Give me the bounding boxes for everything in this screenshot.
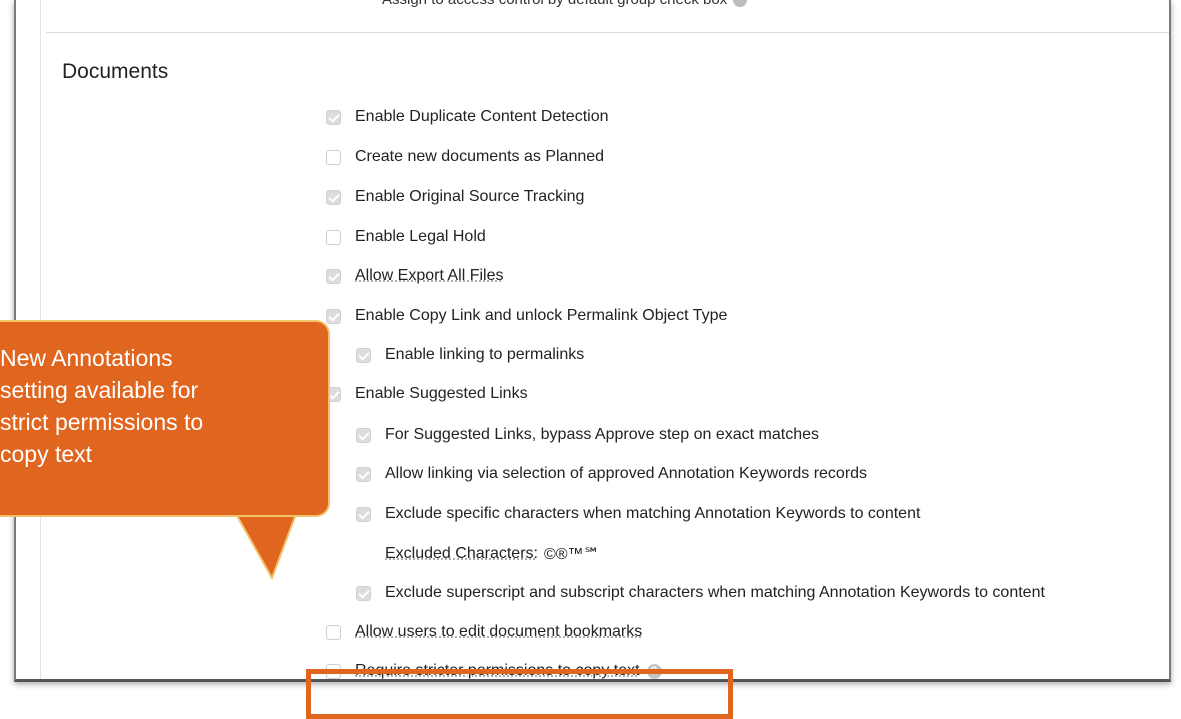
option-label: Enable Original Source Tracking [355,188,585,205]
cut-off-setting-label: Assign to access control by default grou… [382,0,727,8]
option-label: Allow linking via selection of approved … [385,465,868,482]
option-edit-bookmarks[interactable]: Allow users to edit document bookmarks [326,620,642,644]
option-label: Enable Suggested Links [355,385,528,402]
option-label: For Suggested Links, bypass Approve step… [385,426,820,443]
checkbox[interactable] [326,229,341,245]
option-label: Create new documents as Planned [355,148,605,165]
highlight-box [306,669,733,719]
checkbox[interactable] [356,427,371,443]
checkbox[interactable] [356,466,371,482]
checkbox[interactable] [326,308,341,324]
option-label: Enable Duplicate Content Detection [355,108,609,125]
option-label: Exclude superscript and subscript charac… [385,584,1045,601]
option-export-all-files[interactable]: Allow Export All Files [326,264,504,288]
excluded-characters-field[interactable]: Excluded Characters: ©®™℠ [385,542,600,566]
option-bypass-approve[interactable]: For Suggested Links, bypass Approve step… [356,423,819,447]
excluded-characters-label: Excluded Characters: [385,545,538,562]
checkbox[interactable] [326,149,341,165]
checkbox[interactable] [356,506,371,522]
checkbox[interactable] [326,109,341,125]
section-title: Documents [62,60,169,83]
excluded-characters-value: ©®™℠ [543,546,600,563]
option-create-planned[interactable]: Create new documents as Planned [326,145,604,169]
option-label: Allow users to edit document bookmarks [355,623,643,640]
section-divider [46,32,1169,33]
cut-off-setting-row: Assign to access control by default grou… [382,0,748,8]
checkbox[interactable] [356,347,371,363]
option-link-permalinks[interactable]: Enable linking to permalinks [356,343,584,367]
option-duplicate-detection[interactable]: Enable Duplicate Content Detection [326,105,609,129]
annotation-callout: New Annotations setting available for st… [0,320,330,517]
option-label: Exclude specific characters when matchin… [385,505,921,522]
checkbox[interactable] [326,624,341,640]
option-legal-hold[interactable]: Enable Legal Hold [326,225,486,249]
option-label: Allow Export All Files [355,267,504,284]
option-source-tracking[interactable]: Enable Original Source Tracking [326,185,584,209]
callout-text: New Annotations setting available for st… [0,345,204,467]
checkbox[interactable] [326,189,341,205]
option-label: Enable linking to permalinks [385,346,585,363]
option-suggested-links[interactable]: Enable Suggested Links [326,382,528,406]
checkbox[interactable] [356,585,371,601]
checkbox[interactable] [326,268,341,284]
option-copy-link[interactable]: Enable Copy Link and unlock Permalink Ob… [326,304,727,328]
option-label: Enable Legal Hold [355,228,486,245]
option-exclude-characters[interactable]: Exclude specific characters when matchin… [356,502,920,526]
option-annotation-keywords[interactable]: Allow linking via selection of approved … [356,462,867,486]
option-label: Enable Copy Link and unlock Permalink Ob… [355,307,728,324]
option-exclude-superscript[interactable]: Exclude superscript and subscript charac… [356,581,1045,605]
help-icon[interactable] [733,0,748,8]
